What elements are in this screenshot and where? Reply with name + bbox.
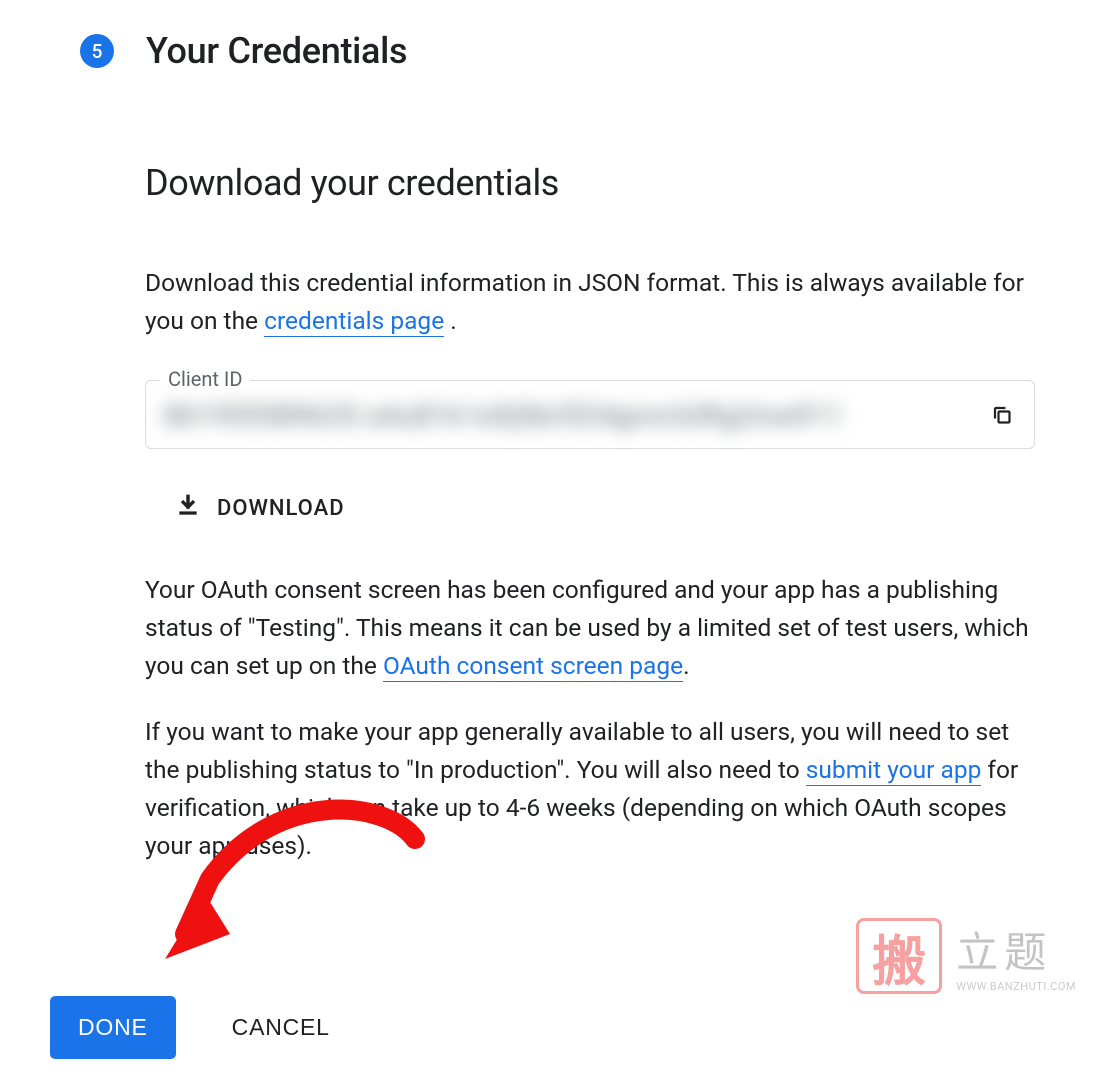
credentials-page-link[interactable]: credentials page: [264, 306, 444, 337]
oauth-consent-page-link[interactable]: OAuth consent screen page: [383, 651, 683, 682]
download-icon: [175, 493, 201, 525]
done-button[interactable]: DONE: [50, 996, 176, 1059]
watermark-url: WWW.BANZHUTI.COM: [956, 980, 1076, 993]
client-id-field: Client ID 86195558962S a4u81k1e9j5brl524…: [145, 380, 1035, 449]
client-id-value: 86195558962S a4u81k1e9j5brl524gmn2d9g2me…: [164, 399, 976, 432]
download-button[interactable]: DOWNLOAD: [175, 493, 345, 525]
watermark-cn-text: 立题: [956, 919, 1076, 980]
submit-app-link[interactable]: submit your app: [806, 755, 982, 786]
watermark: 搬 立题 WWW.BANZHUTI.COM: [856, 918, 1076, 994]
step-title: Your Credentials: [146, 30, 407, 72]
consent-text-suffix: .: [683, 651, 689, 680]
publish-paragraph: If you want to make your app generally a…: [145, 713, 1035, 865]
step-header: 5 Your Credentials: [80, 30, 1066, 72]
cancel-button[interactable]: CANCEL: [232, 1014, 330, 1041]
action-row: DONE CANCEL: [50, 996, 330, 1059]
client-id-label: Client ID: [160, 367, 250, 391]
copy-icon[interactable]: [988, 401, 1016, 429]
step-number-badge: 5: [80, 34, 114, 68]
consent-paragraph: Your OAuth consent screen has been confi…: [145, 571, 1035, 685]
intro-text-suffix: .: [444, 306, 457, 335]
download-label: DOWNLOAD: [217, 496, 345, 521]
intro-paragraph: Download this credential information in …: [145, 264, 1035, 340]
section-heading: Download your credentials: [145, 162, 1035, 204]
watermark-stamp: 搬: [856, 918, 942, 994]
